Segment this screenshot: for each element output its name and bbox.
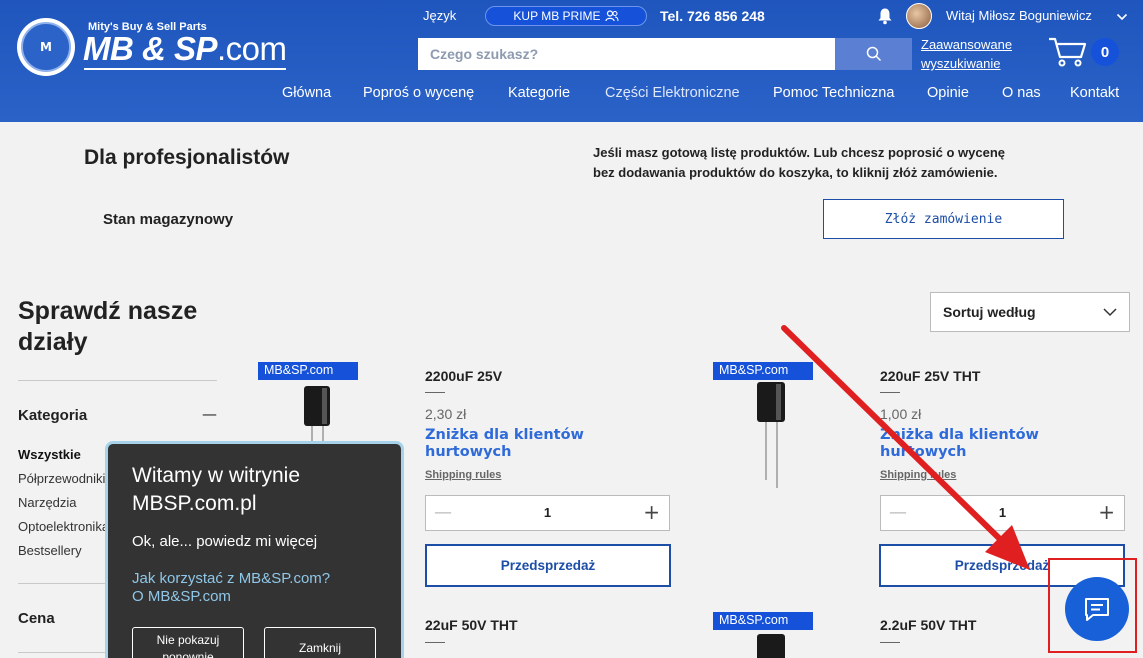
product-name[interactable]: 2200uF 25V (425, 368, 502, 384)
avatar[interactable] (906, 3, 932, 29)
discount-line2: hurtowych (425, 444, 512, 460)
sort-label: Sortuj według (943, 304, 1036, 320)
phone-number[interactable]: Tel. 726 856 248 (660, 8, 765, 24)
product-divider (880, 642, 900, 643)
popup-link-how-to-use[interactable]: Jak korzystać z MB&SP.com? (132, 570, 382, 588)
annotation-highlight-box (1048, 558, 1137, 653)
nav-item-home[interactable]: Główna (282, 85, 331, 101)
product-image[interactable] (752, 632, 792, 658)
search-input[interactable] (418, 38, 835, 70)
dont-show-line1: Nie pokazuj (156, 633, 220, 647)
nav-item-request-quote[interactable]: Poproś o wycenę (363, 85, 474, 101)
stock-filter-label[interactable]: Stan magazynowy (103, 211, 233, 228)
plus-icon[interactable]: + (1098, 500, 1115, 524)
logo-text[interactable]: MB & SP.com (83, 30, 287, 68)
presale-button[interactable]: Przedsprzedaż (425, 544, 671, 587)
logo-badge[interactable]: M (17, 18, 75, 76)
nav-item-categories[interactable]: Kategorie (508, 85, 570, 101)
popup-title-line2: MBSP.com.pl (132, 492, 257, 515)
popup-link-about[interactable]: O MB&SP.com (132, 588, 382, 606)
user-group-icon (604, 10, 619, 22)
product-image[interactable] (752, 380, 792, 490)
product-price: 2,30 zł (425, 406, 467, 422)
product-price: 1,00 zł (880, 406, 922, 422)
product-badge: MB&SP.com (713, 612, 813, 630)
discount-line1: Zniżka dla klientów (880, 427, 1039, 443)
bell-icon[interactable] (876, 7, 894, 25)
sort-dropdown[interactable]: Sortuj według (930, 292, 1130, 332)
site-header: M Mity's Buy & Sell Parts MB & SP.com Ję… (0, 0, 1143, 122)
chevron-down-icon (1103, 308, 1117, 317)
pro-text-line1: Jeśli masz gotową listę produktów. Lub c… (593, 145, 1006, 160)
logo-badge-inner: M (21, 22, 71, 72)
chevron-down-icon[interactable] (1116, 11, 1128, 23)
search-button[interactable] (835, 38, 912, 70)
nav-item-about[interactable]: O nas (1002, 85, 1041, 101)
popup-subtitle: Ok, ale... powiedz mi więcej (132, 533, 318, 550)
logo-main-text: MB & SP (83, 30, 218, 67)
pro-section-description: Jeśli masz gotową listę produktów. Lub c… (593, 143, 1053, 183)
welcome-popup: Witamy w witrynie MBSP.com.pl Ok, ale...… (105, 441, 404, 658)
pro-text-line2: bez dodawania produktów do koszyka, to k… (593, 165, 998, 180)
language-selector[interactable]: Język (423, 8, 456, 23)
sidebar-title-line1: Sprawdź nasze (18, 297, 198, 325)
wholesale-discount-link[interactable]: Zniżka dla klientów hurtowych (425, 427, 625, 461)
product-name[interactable]: 2.2uF 50V THT (880, 617, 976, 633)
sidebar-divider (18, 380, 217, 381)
discount-line2: hurtowych (880, 444, 967, 460)
advanced-search-line1: Zaawansowane (921, 37, 1013, 52)
price-heading[interactable]: Cena (18, 610, 55, 627)
place-order-button[interactable]: Złóż zamówienie (823, 199, 1064, 239)
popup-help-links: Jak korzystać z MB&SP.com? O MB&SP.com (132, 570, 382, 606)
nav-item-reviews[interactable]: Opinie (927, 85, 969, 101)
product-name[interactable]: 22uF 50V THT (425, 617, 518, 633)
dont-show-again-button[interactable]: Nie pokazuj ponownie (132, 627, 244, 658)
product-badge: MB&SP.com (713, 362, 813, 380)
product-divider (880, 392, 900, 393)
cart-count-badge[interactable]: 0 (1091, 38, 1119, 66)
quantity-stepper: — 1 + (880, 495, 1125, 531)
nav-item-tech-support[interactable]: Pomoc Techniczna (773, 85, 894, 101)
user-greeting[interactable]: Witaj Miłosz Boguniewicz (946, 8, 1092, 23)
sidebar-title-line2: działy (18, 328, 88, 356)
cart-icon[interactable] (1048, 36, 1088, 68)
product-divider (425, 392, 445, 393)
quantity-value[interactable]: 1 (426, 505, 669, 520)
wholesale-discount-link[interactable]: Zniżka dla klientów hurtowych (880, 427, 1080, 461)
sidebar-title: Sprawdź nasze działy (18, 296, 197, 358)
logo-suffix: .com (217, 30, 287, 67)
category-collapse-toggle[interactable]: — (202, 405, 217, 423)
nav-item-contact[interactable]: Kontakt (1070, 85, 1119, 101)
product-badge: MB&SP.com (258, 362, 358, 380)
popup-title-line1: Witamy w witrynie (132, 464, 301, 487)
shipping-rules-link[interactable]: Shipping rules (425, 469, 501, 481)
prime-button-label: KUP MB PRIME (513, 9, 601, 23)
plus-icon[interactable]: + (643, 500, 660, 524)
buy-prime-button[interactable]: KUP MB PRIME (485, 6, 647, 26)
popup-title: Witamy w witrynie MBSP.com.pl (132, 462, 382, 518)
product-divider (425, 642, 445, 643)
advanced-search-line2: wyszukiwanie (921, 56, 1001, 71)
logo-badge-text: M (40, 40, 52, 54)
quantity-stepper: — 1 + (425, 495, 670, 531)
logo-underline (84, 68, 286, 70)
nav-item-electronic-parts[interactable]: Części Elektroniczne (605, 85, 740, 101)
category-heading[interactable]: Kategoria (18, 407, 87, 424)
advanced-search-link[interactable]: Zaawansowane wyszukiwanie (921, 35, 1012, 73)
shipping-rules-link[interactable]: Shipping rules (880, 469, 956, 481)
search-icon (866, 46, 881, 62)
main-nav: Główna Poproś o wycenę Kategorie Części … (0, 85, 1143, 105)
dont-show-line2: ponownie (162, 650, 214, 658)
product-name[interactable]: 220uF 25V THT (880, 368, 980, 384)
pro-section-title: Dla profesjonalistów (84, 146, 290, 169)
discount-line1: Zniżka dla klientów (425, 427, 584, 443)
close-popup-button[interactable]: Zamknij (264, 627, 376, 658)
quantity-value[interactable]: 1 (881, 505, 1124, 520)
